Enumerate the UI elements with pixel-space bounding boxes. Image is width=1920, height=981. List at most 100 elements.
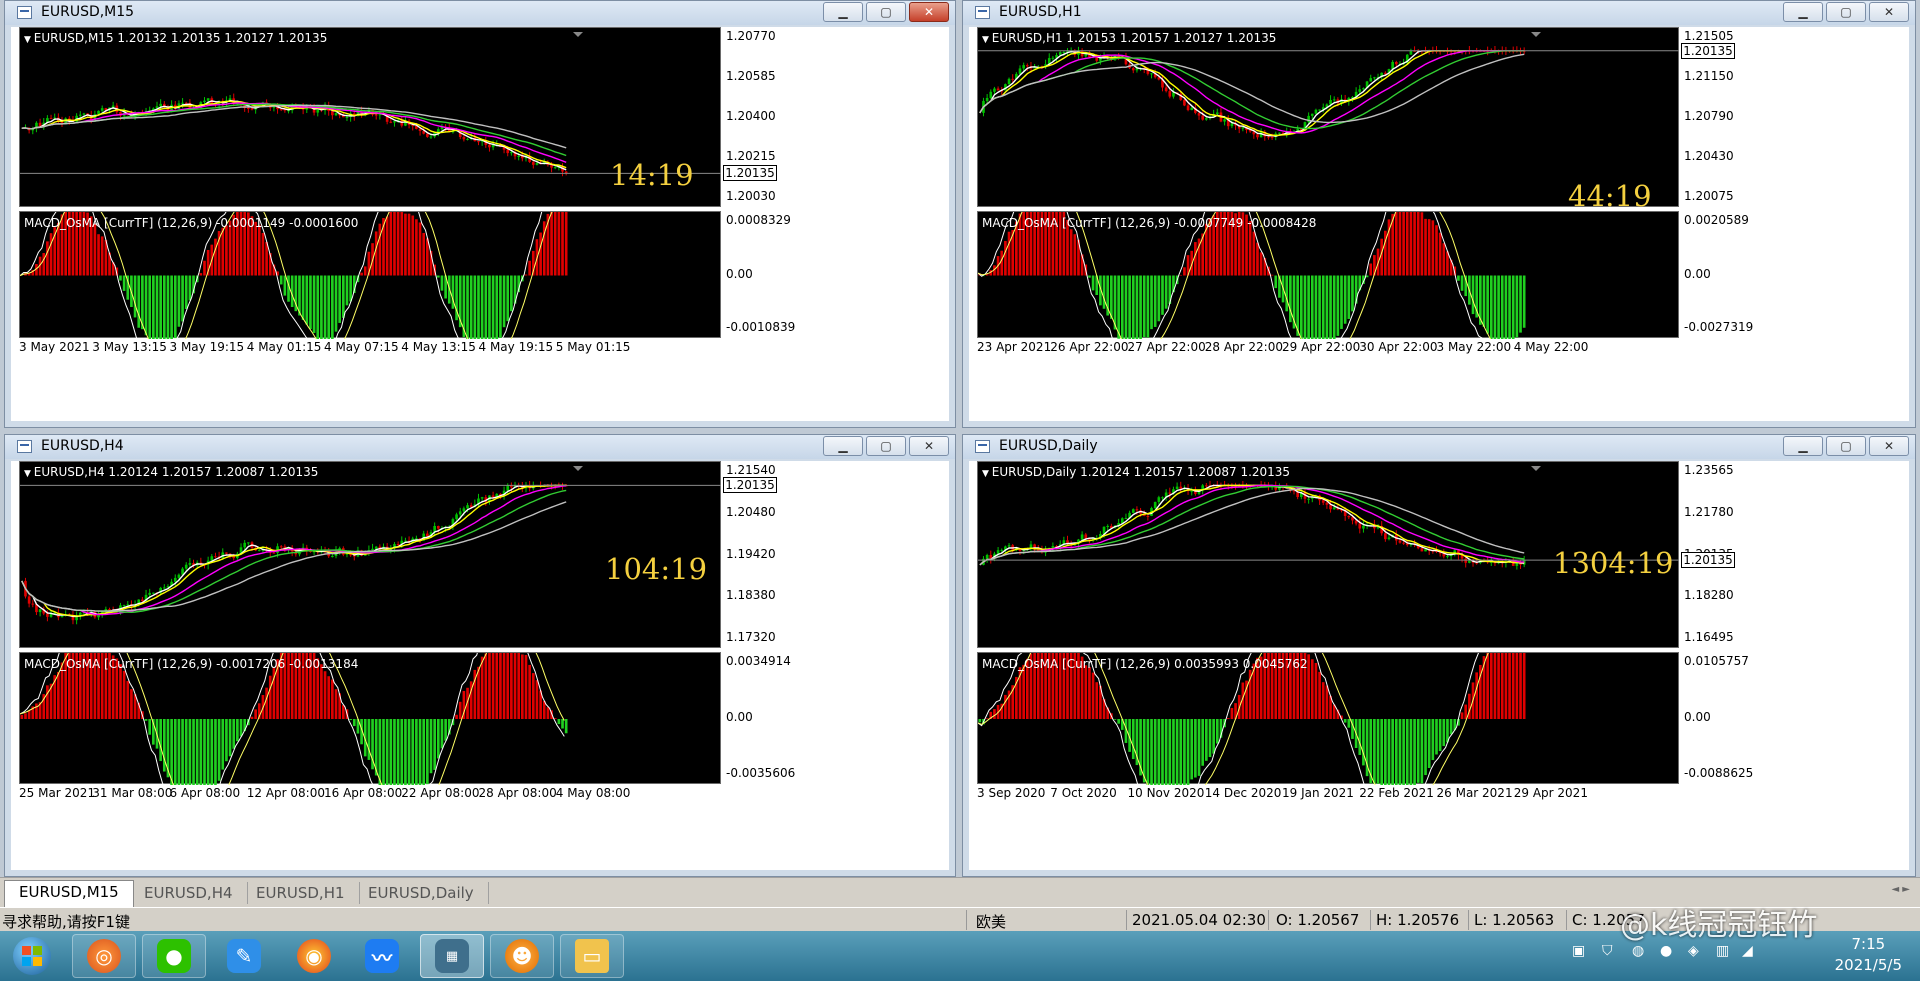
macd-histogram-bar [181,275,184,322]
price-chart-panel[interactable]: EURUSD,Daily 1.20124 1.20157 1.20087 1.2… [977,461,1679,648]
macd-indicator-panel[interactable]: MACD_OsMA [CurrTF] (12,26,9) 0.0035993 0… [977,652,1679,785]
firefox-icon: ◉ [297,939,331,973]
candle-body [1011,78,1015,80]
macd-histogram-bar [119,275,122,281]
macd-indicator-panel[interactable]: MACD_OsMA [CurrTF] (12,26,9) -0.0017206 … [19,652,721,785]
macd-histogram-bar [1460,275,1464,291]
chart-area[interactable]: EURUSD,M15 1.20132 1.20135 1.20127 1.201… [11,27,949,421]
tray-icon-5[interactable]: ◈ [1688,943,1699,959]
minimize-button[interactable]: ▁ [823,436,863,456]
status-open: O: 1.20567 [1276,911,1360,929]
close-button[interactable]: ✕ [1869,2,1909,22]
candle-body [247,108,250,110]
taskbar-app-game[interactable]: ☻ [490,934,554,978]
price-chart-panel[interactable]: EURUSD,H1 1.20153 1.20157 1.20127 1.2013… [977,27,1679,213]
macd-histogram-bar [993,709,996,719]
tray-network-icon[interactable]: ▥ [1716,943,1729,959]
tray-volume-icon[interactable]: ◢ [1742,943,1753,959]
taskbar-app-firefox[interactable]: ◉ [282,934,346,978]
macd-histogram-bar [217,719,221,781]
maximize-button[interactable]: ▢ [1826,2,1866,22]
taskbar-clock[interactable]: 7:15 2021/5/5 [1835,934,1902,976]
time-axis-label: 12 Apr 08:00 [246,786,325,800]
macd-histogram-bar [320,275,323,339]
taskbar-app-explorer[interactable]: ▭ [560,934,624,978]
macd-scale[interactable]: 0.0020589 0.00 -0.0027319 [1680,211,1753,338]
time-axis[interactable]: 3 Sep 2020 7 Oct 2020 10 Nov 2020 14 Dec 20… [977,786,1678,802]
tab-eurusd-daily[interactable]: EURUSD,Daily [354,882,489,904]
maximize-button[interactable]: ▢ [866,2,906,22]
close-button[interactable]: ✕ [909,2,949,22]
tray-icon-3[interactable]: ◍ [1632,943,1644,959]
taskbar-app-wechat[interactable]: ● [142,934,206,978]
minimize-button[interactable]: ▁ [823,2,863,22]
clock-date: 2021/5/5 [1834,956,1902,974]
candle-body [272,552,276,554]
time-axis[interactable]: 23 Apr 2021 26 Apr 22:00 27 Apr 22:00 28 Ap… [977,340,1678,356]
chart-window-icon [975,6,990,19]
candle-body [214,556,217,558]
chart-window-h4[interactable]: EURUSD,H4 ▁ ▢ ✕ EURUSD,H4 1.20124 1.20157 1.… [4,434,956,877]
macd-indicator-panel[interactable]: MACD_OsMA [CurrTF] (12,26,9) -0.0007749 … [977,211,1679,339]
window-titlebar[interactable]: EURUSD,Daily ▁ ▢ ✕ [963,435,1915,459]
window-titlebar[interactable]: EURUSD,M15 ▁ ▢ ✕ [5,1,955,25]
maximize-button[interactable]: ▢ [866,436,906,456]
chart-area[interactable]: EURUSD,Daily 1.20124 1.20157 1.20087 1.2… [969,461,1909,870]
tab-eurusd-h4[interactable]: EURUSD,H4 [130,882,248,904]
price-scale[interactable]: 1.20770 1.20585 1.20400 1.20215 1.20030 1.201… [722,27,782,207]
macd-histogram-bar [978,719,982,723]
price-tick-label: 1.21780 [1684,505,1734,519]
chart-window-d1[interactable]: EURUSD,Daily ▁ ▢ ✕ EURUSD,Daily 1.20124 1.20… [962,434,1916,877]
start-button[interactable] [4,934,60,978]
taskbar-app-1[interactable]: ◎ [72,934,136,978]
macd-indicator-panel[interactable]: MACD_OsMA [CurrTF] (12,26,9) -0.0001149 … [19,211,721,339]
taskbar-app-mt4[interactable]: ▦ [420,934,484,978]
price-scale[interactable]: 1.235651.217801.201351.182801.164951.201… [1680,461,1740,648]
folder-icon: ▭ [575,939,609,973]
tray-shield-icon[interactable]: ⛉ [1602,943,1613,959]
minimize-button[interactable]: ▁ [1783,2,1823,22]
tray-icon-4[interactable]: ● [1660,943,1672,959]
minimize-button[interactable]: ▁ [1783,436,1823,456]
candle-body [334,113,338,116]
ohlc-readout: EURUSD,H4 1.20124 1.20157 1.20087 1.2013… [24,465,319,479]
time-axis-label: 4 May 22:00 [1513,340,1589,354]
time-axis[interactable]: 25 Mar 2021 31 Mar 08:00 6 Apr 08:00 12 Apr… [19,786,720,802]
macd-histogram-bar [506,275,510,322]
candle-body [1464,558,1468,563]
chart-area[interactable]: EURUSD,H4 1.20124 1.20157 1.20087 1.2013… [11,461,949,870]
macd-scale[interactable]: 0.0034914 0.00 -0.0035606 [722,652,795,784]
maximize-button[interactable]: ▢ [1826,436,1866,456]
close-button[interactable]: ✕ [1869,436,1909,456]
chart-area[interactable]: EURUSD,H1 1.20153 1.20157 1.20127 1.2013… [969,27,1909,421]
close-icon: ✕ [923,439,935,453]
chart-window-h1[interactable]: EURUSD,H1 ▁ ▢ ✕ EURUSD,H1 1.20153 1.20157 1.… [962,0,1916,428]
taskbar-app-lark[interactable]: 〰 [350,934,414,978]
close-button[interactable]: ✕ [909,436,949,456]
price-scale[interactable]: 1.21540 1.20480 1.19420 1.18380 1.17320 1.201… [722,461,782,648]
chart-window-m15[interactable]: EURUSD,M15 ▁ ▢ ✕ EURUSD,M15 1.20132 1.20135 … [4,0,956,428]
candle-body [1018,68,1022,74]
macd-scale[interactable]: 0.0008329 0.00 -0.0010839 [722,211,795,338]
candle-body [177,574,181,578]
macd-histogram-bar [477,666,480,719]
price-chart-panel[interactable]: EURUSD,H4 1.20124 1.20157 1.20087 1.2013… [19,461,721,648]
time-axis[interactable]: 3 May 2021 3 May 13:15 3 May 19:15 4 May 01… [19,340,720,356]
macd-histogram-bar [199,273,203,276]
candle-body [396,543,400,545]
macd-histogram-bar [27,710,31,719]
tab-eurusd-h1[interactable]: EURUSD,H1 [242,882,360,904]
price-chart-panel[interactable]: EURUSD,M15 1.20132 1.20135 1.20127 1.201… [19,27,721,207]
macd-histogram-bar [1515,653,1519,719]
price-scale[interactable]: 1.21505 1.21150 1.20790 1.20430 1.20075 1.201… [1680,27,1740,207]
tab-scroll-arrows[interactable]: ◄ ► [1891,884,1910,895]
macd-scale[interactable]: 0.0105757 0.00 -0.0088625 [1680,652,1753,784]
tray-icon-1[interactable]: ▣ [1572,943,1585,959]
window-titlebar[interactable]: EURUSD,H4 ▁ ▢ ✕ [5,435,955,459]
tab-eurusd-m15[interactable]: EURUSD,M15 [4,880,134,907]
macd-histogram-bar [1402,212,1405,276]
taskbar-app-notes[interactable]: ✎ [212,934,276,978]
candle-body [480,497,484,499]
window-titlebar[interactable]: EURUSD,H1 ▁ ▢ ✕ [963,1,1915,25]
candle-body [152,592,155,594]
